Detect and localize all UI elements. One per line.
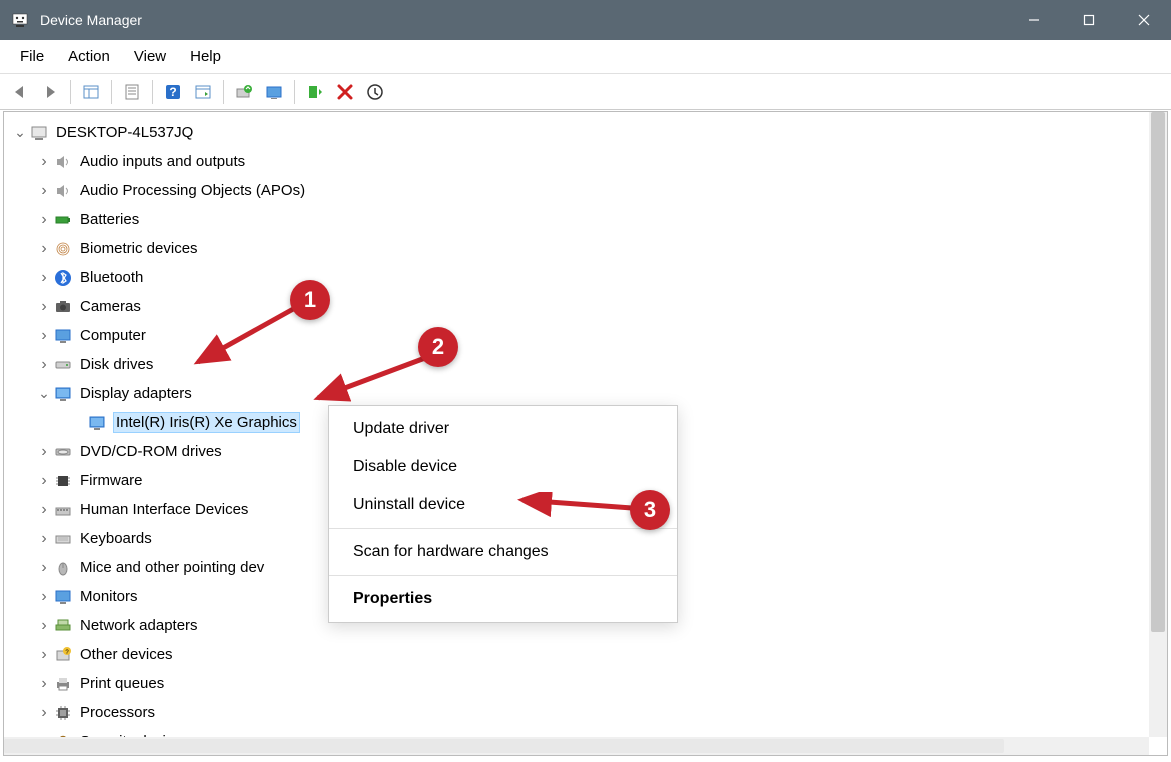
- mouse-icon: [52, 558, 74, 578]
- menu-bar: File Action View Help: [0, 40, 1171, 74]
- vertical-scrollbar-thumb[interactable]: [1151, 112, 1165, 632]
- computer-root-icon: [28, 123, 50, 143]
- expand-icon[interactable]: [36, 443, 52, 461]
- forward-button[interactable]: [36, 78, 64, 106]
- back-button[interactable]: [6, 78, 34, 106]
- context-update-driver[interactable]: Update driver: [329, 410, 677, 448]
- show-hide-console-tree-button[interactable]: [77, 78, 105, 106]
- display-adapter-icon: [52, 384, 74, 404]
- update-driver-button[interactable]: [260, 78, 288, 106]
- expand-icon[interactable]: [36, 675, 52, 693]
- expand-icon[interactable]: [36, 327, 52, 345]
- expand-icon[interactable]: [12, 124, 28, 141]
- horizontal-scrollbar-thumb[interactable]: [4, 739, 1004, 753]
- tree-batteries[interactable]: Batteries: [8, 205, 1163, 234]
- window-title: Device Manager: [40, 12, 142, 28]
- tree-cameras[interactable]: Cameras: [8, 292, 1163, 321]
- expand-icon[interactable]: [36, 559, 52, 577]
- menu-view[interactable]: View: [122, 42, 178, 71]
- expand-icon[interactable]: [36, 704, 52, 722]
- expand-icon[interactable]: [36, 472, 52, 490]
- tree-other[interactable]: ?Other devices: [8, 640, 1163, 669]
- menu-action[interactable]: Action: [56, 42, 122, 71]
- expand-icon[interactable]: [36, 385, 52, 402]
- expand-icon[interactable]: [36, 588, 52, 606]
- tree-computer[interactable]: Computer: [8, 321, 1163, 350]
- expand-icon[interactable]: [36, 182, 52, 200]
- toolbar: ?: [0, 74, 1171, 110]
- fingerprint-icon: [52, 239, 74, 259]
- bluetooth-icon: [52, 268, 74, 288]
- tree-bluetooth[interactable]: Bluetooth: [8, 263, 1163, 292]
- expand-icon[interactable]: [36, 646, 52, 664]
- expand-icon[interactable]: [36, 356, 52, 374]
- chip-icon: [52, 471, 74, 491]
- expand-icon[interactable]: [36, 530, 52, 548]
- hid-icon: [52, 500, 74, 520]
- processor-icon: [52, 703, 74, 723]
- menu-help[interactable]: Help: [178, 42, 233, 71]
- monitor-icon: [52, 587, 74, 607]
- keyboard-icon: [52, 529, 74, 549]
- annotation-callout-3: 3: [630, 490, 670, 530]
- help-button[interactable]: ?: [159, 78, 187, 106]
- uninstall-device-button[interactable]: [331, 78, 359, 106]
- speaker-icon: [52, 152, 74, 172]
- context-separator: [329, 528, 677, 529]
- network-icon: [52, 616, 74, 636]
- other-device-icon: ?: [52, 645, 74, 665]
- vertical-scrollbar[interactable]: [1149, 112, 1167, 737]
- app-icon: [10, 10, 30, 30]
- minimize-button[interactable]: [1006, 0, 1061, 40]
- horizontal-scrollbar[interactable]: [4, 737, 1149, 755]
- menu-file[interactable]: File: [8, 42, 56, 71]
- display-adapter-icon: [86, 413, 108, 433]
- expand-icon[interactable]: [36, 211, 52, 229]
- svg-text:?: ?: [169, 85, 176, 99]
- tree-audio-inputs[interactable]: Audio inputs and outputs: [8, 147, 1163, 176]
- tree-print-queues[interactable]: Print queues: [8, 669, 1163, 698]
- expand-icon[interactable]: [36, 240, 52, 258]
- expand-icon[interactable]: [36, 298, 52, 316]
- printer-icon: [52, 674, 74, 694]
- expand-icon[interactable]: [36, 269, 52, 287]
- expand-icon[interactable]: [36, 501, 52, 519]
- tree-biometric[interactable]: Biometric devices: [8, 234, 1163, 263]
- title-bar: Device Manager: [0, 0, 1171, 40]
- annotation-callout-1: 1: [290, 280, 330, 320]
- enable-device-button[interactable]: [301, 78, 329, 106]
- context-menu: Update driver Disable device Uninstall d…: [328, 405, 678, 623]
- annotation-callout-2: 2: [418, 327, 458, 367]
- camera-icon: [52, 297, 74, 317]
- context-disable-device[interactable]: Disable device: [329, 448, 677, 486]
- expand-icon[interactable]: [36, 617, 52, 635]
- disable-device-button[interactable]: [361, 78, 389, 106]
- speaker-icon: [52, 181, 74, 201]
- maximize-button[interactable]: [1061, 0, 1116, 40]
- tree-processors[interactable]: Processors: [8, 698, 1163, 727]
- dvd-icon: [52, 442, 74, 462]
- tree-display-adapters[interactable]: Display adapters: [8, 379, 1163, 408]
- tree-disk-drives[interactable]: Disk drives: [8, 350, 1163, 379]
- context-separator: [329, 575, 677, 576]
- close-button[interactable]: [1116, 0, 1171, 40]
- scan-hardware-button[interactable]: [230, 78, 258, 106]
- tree-audio-proc[interactable]: Audio Processing Objects (APOs): [8, 176, 1163, 205]
- tree-root-label: DESKTOP-4L537JQ: [56, 124, 193, 141]
- monitor-icon: [52, 326, 74, 346]
- context-scan-hardware[interactable]: Scan for hardware changes: [329, 533, 677, 571]
- properties-button[interactable]: [118, 78, 146, 106]
- context-uninstall-device[interactable]: Uninstall device: [329, 486, 677, 524]
- expand-icon[interactable]: [36, 153, 52, 171]
- disk-icon: [52, 355, 74, 375]
- action-pane-button[interactable]: [189, 78, 217, 106]
- context-properties[interactable]: Properties: [329, 580, 677, 618]
- battery-icon: [52, 210, 74, 230]
- tree-root[interactable]: DESKTOP-4L537JQ: [8, 118, 1163, 147]
